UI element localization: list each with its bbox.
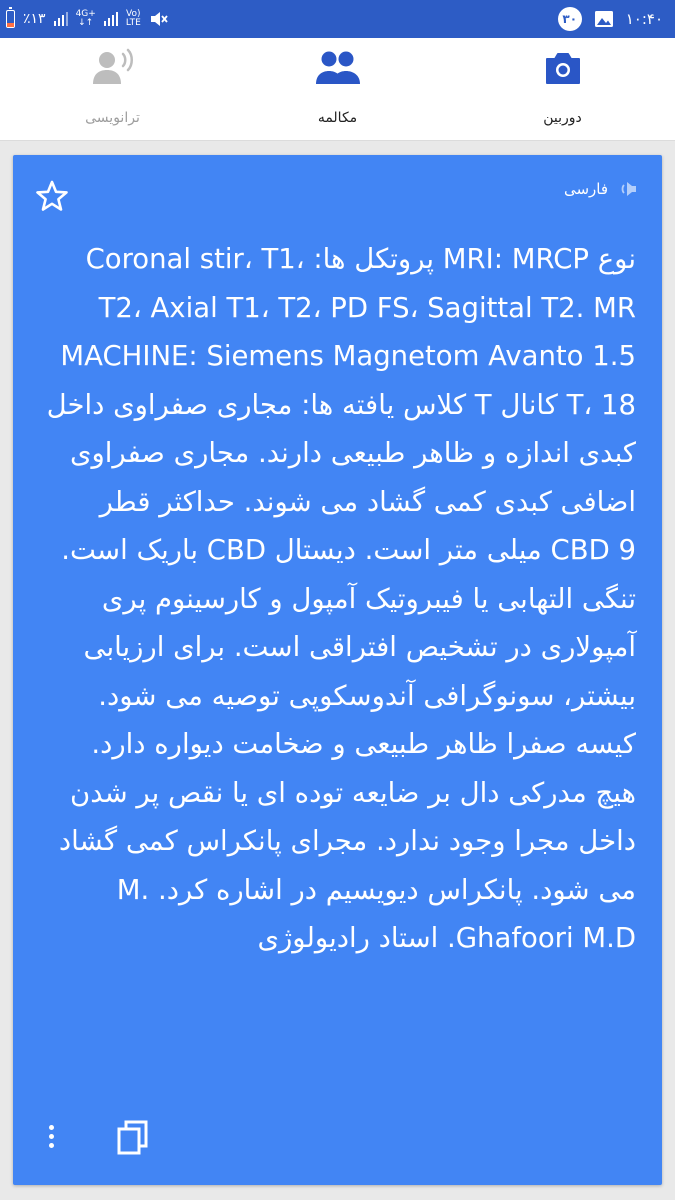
volte-icon: Vo) LTE	[126, 10, 141, 28]
translation-card: فارسی نوع MRI: MRCP پروتکل ها: Coronal s…	[13, 155, 662, 1185]
notification-badge: ۳۰	[557, 7, 582, 31]
transcribe-icon	[92, 48, 133, 84]
mode-tab-bar: ترانویسی مکالمه دوربین	[0, 38, 675, 141]
tab-transcribe[interactable]: ترانویسی	[0, 38, 225, 140]
data-arrows-icon: ↓↑	[78, 18, 94, 28]
gallery-icon	[594, 11, 613, 27]
signal-icon-2	[103, 12, 118, 26]
copy-icon[interactable]	[113, 1117, 153, 1157]
clock: ۱۰:۴۰	[625, 10, 663, 28]
network-type-icon: 4G+ ↓↑	[76, 10, 96, 28]
speaker-icon	[621, 182, 636, 196]
signal-icon	[53, 12, 68, 26]
status-bar: ٪۱۳ 4G+ ↓↑ Vo) LTE ۳۰ ۱۰:۴۰	[0, 0, 675, 38]
tab-conversation[interactable]: مکالمه	[225, 38, 450, 140]
conversation-icon	[315, 51, 360, 84]
battery-percent: ٪۱۳	[23, 11, 46, 27]
status-left: ٪۱۳ 4G+ ↓↑ Vo) LTE	[6, 7, 169, 30]
tab-conversation-label: مکالمه	[317, 110, 358, 126]
tab-camera[interactable]: دوربین	[450, 38, 675, 140]
star-icon[interactable]	[35, 179, 69, 213]
volte-bottom-label: LTE	[125, 18, 141, 28]
more-options-button[interactable]	[41, 1117, 61, 1155]
camera-icon	[545, 53, 580, 84]
translated-text: نوع MRI: MRCP پروتکل ها: Coronal stir، T…	[46, 243, 636, 954]
battery-icon	[6, 7, 15, 28]
tab-camera-label: دوربین	[543, 110, 582, 126]
language-row[interactable]: فارسی	[564, 179, 638, 199]
mute-icon	[150, 12, 168, 26]
language-label: فارسی	[563, 180, 608, 198]
status-right: ۳۰ ۱۰:۴۰	[557, 7, 663, 31]
tab-transcribe-label: ترانویسی	[85, 110, 140, 126]
